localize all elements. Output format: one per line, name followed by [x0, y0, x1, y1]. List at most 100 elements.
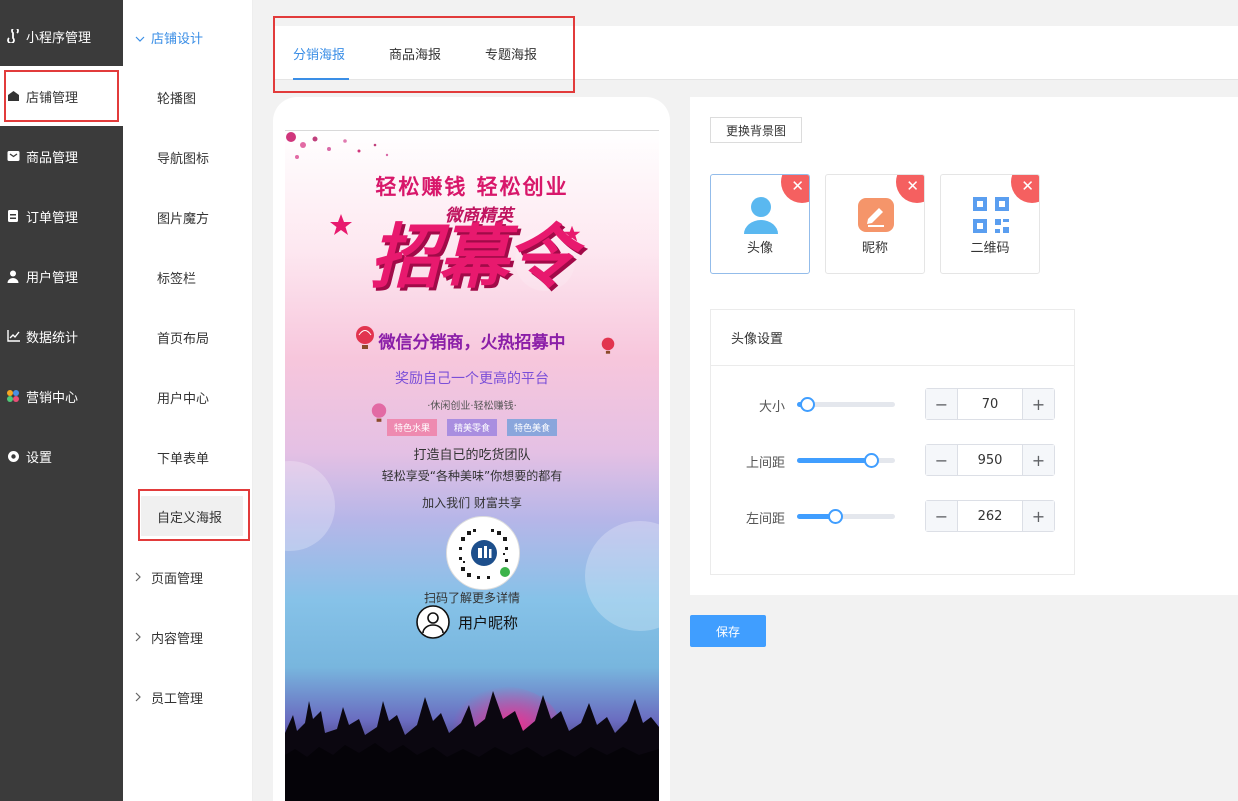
subnav-item-home-layout[interactable]: 首页布局 [157, 328, 209, 347]
slider-handle[interactable] [799, 397, 815, 412]
subnav-group-label: 内容管理 [151, 632, 204, 647]
qrcode-icon [971, 195, 1011, 235]
stepper-value[interactable]: 950 [958, 445, 1022, 475]
subnav-item-carousel[interactable]: 轮播图 [157, 88, 196, 107]
sidebar-item-label: 数据统计 [26, 330, 79, 346]
element-card-nickname[interactable]: ✕ 昵称 [825, 174, 925, 274]
chevron-right-icon [135, 691, 145, 705]
size-row: 大小 − 70 + [711, 388, 1074, 420]
crowd-silhouette [285, 686, 659, 801]
size-slider[interactable] [797, 397, 895, 412]
save-button[interactable]: 保存 [690, 615, 766, 647]
sidebar-item-label: 订单管理 [26, 210, 79, 226]
element-card-label: 昵称 [861, 241, 888, 256]
row-label: 上间距 [745, 456, 785, 471]
poster-enjoy-line: 轻松享受“各种美味”你想要的都有 [381, 469, 563, 483]
slider-handle[interactable] [864, 453, 880, 468]
nickname-icon [856, 195, 896, 235]
miniprogram-icon [6, 29, 20, 43]
slider-fill [797, 458, 872, 463]
chevron-down-icon [135, 31, 145, 45]
poster-tag: 精美零食 [446, 419, 497, 436]
poster-tags: 特色水果 精美零食 特色美食 [285, 419, 659, 436]
sidebar-item-settings[interactable]: 设置 [0, 426, 123, 486]
subnav-group-store-design[interactable]: 店铺设计 [135, 28, 203, 47]
increment-button[interactable]: + [1022, 389, 1054, 419]
poster-tag: 特色水果 [386, 419, 437, 436]
poster-nickname: 用户昵称 [458, 613, 519, 632]
marketing-icon [6, 389, 20, 403]
chart-icon [6, 329, 20, 343]
poster-platform-line: 奖励自己一个更高的平台 [395, 371, 549, 387]
sidebar-item-goods[interactable]: 商品管理 [0, 126, 123, 186]
subnav-group-label: 店铺设计 [151, 32, 204, 47]
sidebar-item-miniprogram[interactable]: 小程序管理 [0, 6, 123, 66]
element-card-qrcode[interactable]: ✕ 二维码 [940, 174, 1040, 274]
sidebar-item-users[interactable]: 用户管理 [0, 246, 123, 306]
close-icon[interactable]: ✕ [791, 177, 804, 195]
sidebar-item-label: 商品管理 [26, 150, 79, 166]
poster-user: 用户昵称 [416, 605, 518, 639]
bokeh-bubble [585, 521, 659, 631]
avatar-icon [741, 195, 781, 235]
stepper-value[interactable]: 262 [958, 501, 1022, 531]
poster-scan-text: 扫码了解更多详情 [423, 591, 520, 605]
qrcode-icon [459, 529, 510, 579]
top-margin-stepper: − 950 + [925, 444, 1055, 476]
avatar-icon [416, 605, 450, 639]
subnav-group-label: 页面管理 [151, 572, 204, 587]
change-background-button[interactable]: 更换背景图 [710, 117, 802, 143]
subnav-item-tabbar[interactable]: 标签栏 [157, 268, 196, 287]
poster-join-line: 加入我们 财富共享 [422, 496, 522, 510]
stepper-value[interactable]: 70 [958, 389, 1022, 419]
decrement-button[interactable]: − [926, 445, 958, 475]
highlight-frame [138, 489, 250, 541]
element-card-label: 二维码 [970, 241, 1010, 256]
increment-button[interactable]: + [1022, 501, 1054, 531]
decrement-button[interactable]: − [926, 389, 958, 419]
row-label: 左间距 [745, 512, 785, 527]
subnav-item-user-center[interactable]: 用户中心 [157, 388, 209, 407]
phone-preview: 轻松赚钱 轻松创业 招幕令 微商精英 微信分销商，火热招募中 奖励自己一个更高的… [273, 97, 670, 801]
subnav-item-image-cube[interactable]: 图片魔方 [157, 208, 209, 227]
subnav-item-order-form[interactable]: 下单表单 [157, 448, 209, 467]
poster-headline: 轻松赚钱 轻松创业 [375, 175, 569, 199]
preview-divider [285, 130, 659, 131]
star-icon [563, 225, 581, 242]
secondary-sidebar: 店铺设计 轮播图 导航图标 图片魔方 标签栏 首页布局 用户中心 下单表单 自定… [123, 0, 253, 801]
slider-handle[interactable] [828, 509, 844, 524]
subnav-group-pages[interactable]: 页面管理 [135, 568, 203, 587]
subnav-group-label: 员工管理 [151, 692, 204, 707]
close-icon[interactable]: ✕ [1021, 177, 1034, 195]
increment-button[interactable]: + [1022, 445, 1054, 475]
sidebar-item-orders[interactable]: 订单管理 [0, 186, 123, 246]
element-card-avatar[interactable]: ✕ 头像 [710, 174, 810, 274]
subnav-item-nav-icons[interactable]: 导航图标 [157, 148, 209, 167]
sidebar-item-label: 小程序管理 [26, 30, 92, 46]
poster-leisure-line: ·休闲创业·轻松赚钱· [427, 401, 517, 412]
subnav-group-staff[interactable]: 员工管理 [135, 688, 203, 707]
order-icon [6, 209, 20, 223]
poster-recruit-line: 微信分销商，火热招募中 [378, 333, 566, 353]
left-margin-slider[interactable] [797, 509, 895, 524]
decrement-button[interactable]: − [926, 501, 958, 531]
poster-qrcode [446, 516, 520, 590]
close-icon[interactable]: ✕ [906, 177, 919, 195]
poster-team-line: 打造自已的吃货团队 [413, 448, 531, 463]
user-icon [6, 269, 20, 283]
avatar-settings-panel: 头像设置 大小 − 70 + 上间距 − 950 + 左间距 − 262 + [710, 309, 1075, 575]
sidebar-item-label: 设置 [26, 450, 53, 466]
top-margin-slider[interactable] [797, 453, 895, 468]
row-label: 大小 [758, 400, 785, 415]
left-margin-stepper: − 262 + [925, 500, 1055, 532]
element-card-label: 头像 [746, 241, 773, 256]
sidebar-item-marketing[interactable]: 营销中心 [0, 366, 123, 426]
sidebar-item-label: 用户管理 [26, 270, 79, 286]
sidebar-item-stats[interactable]: 数据统计 [0, 306, 123, 366]
star-icon [330, 214, 352, 235]
size-stepper: − 70 + [925, 388, 1055, 420]
poster-settings-panel: 更换背景图 ✕ 头像 ✕ 昵称 ✕ 二维码 头像设置 大小 − 70 + 上间距… [690, 97, 1238, 595]
goods-icon [6, 149, 20, 163]
subnav-group-content[interactable]: 内容管理 [135, 628, 203, 647]
chevron-right-icon [135, 571, 145, 585]
